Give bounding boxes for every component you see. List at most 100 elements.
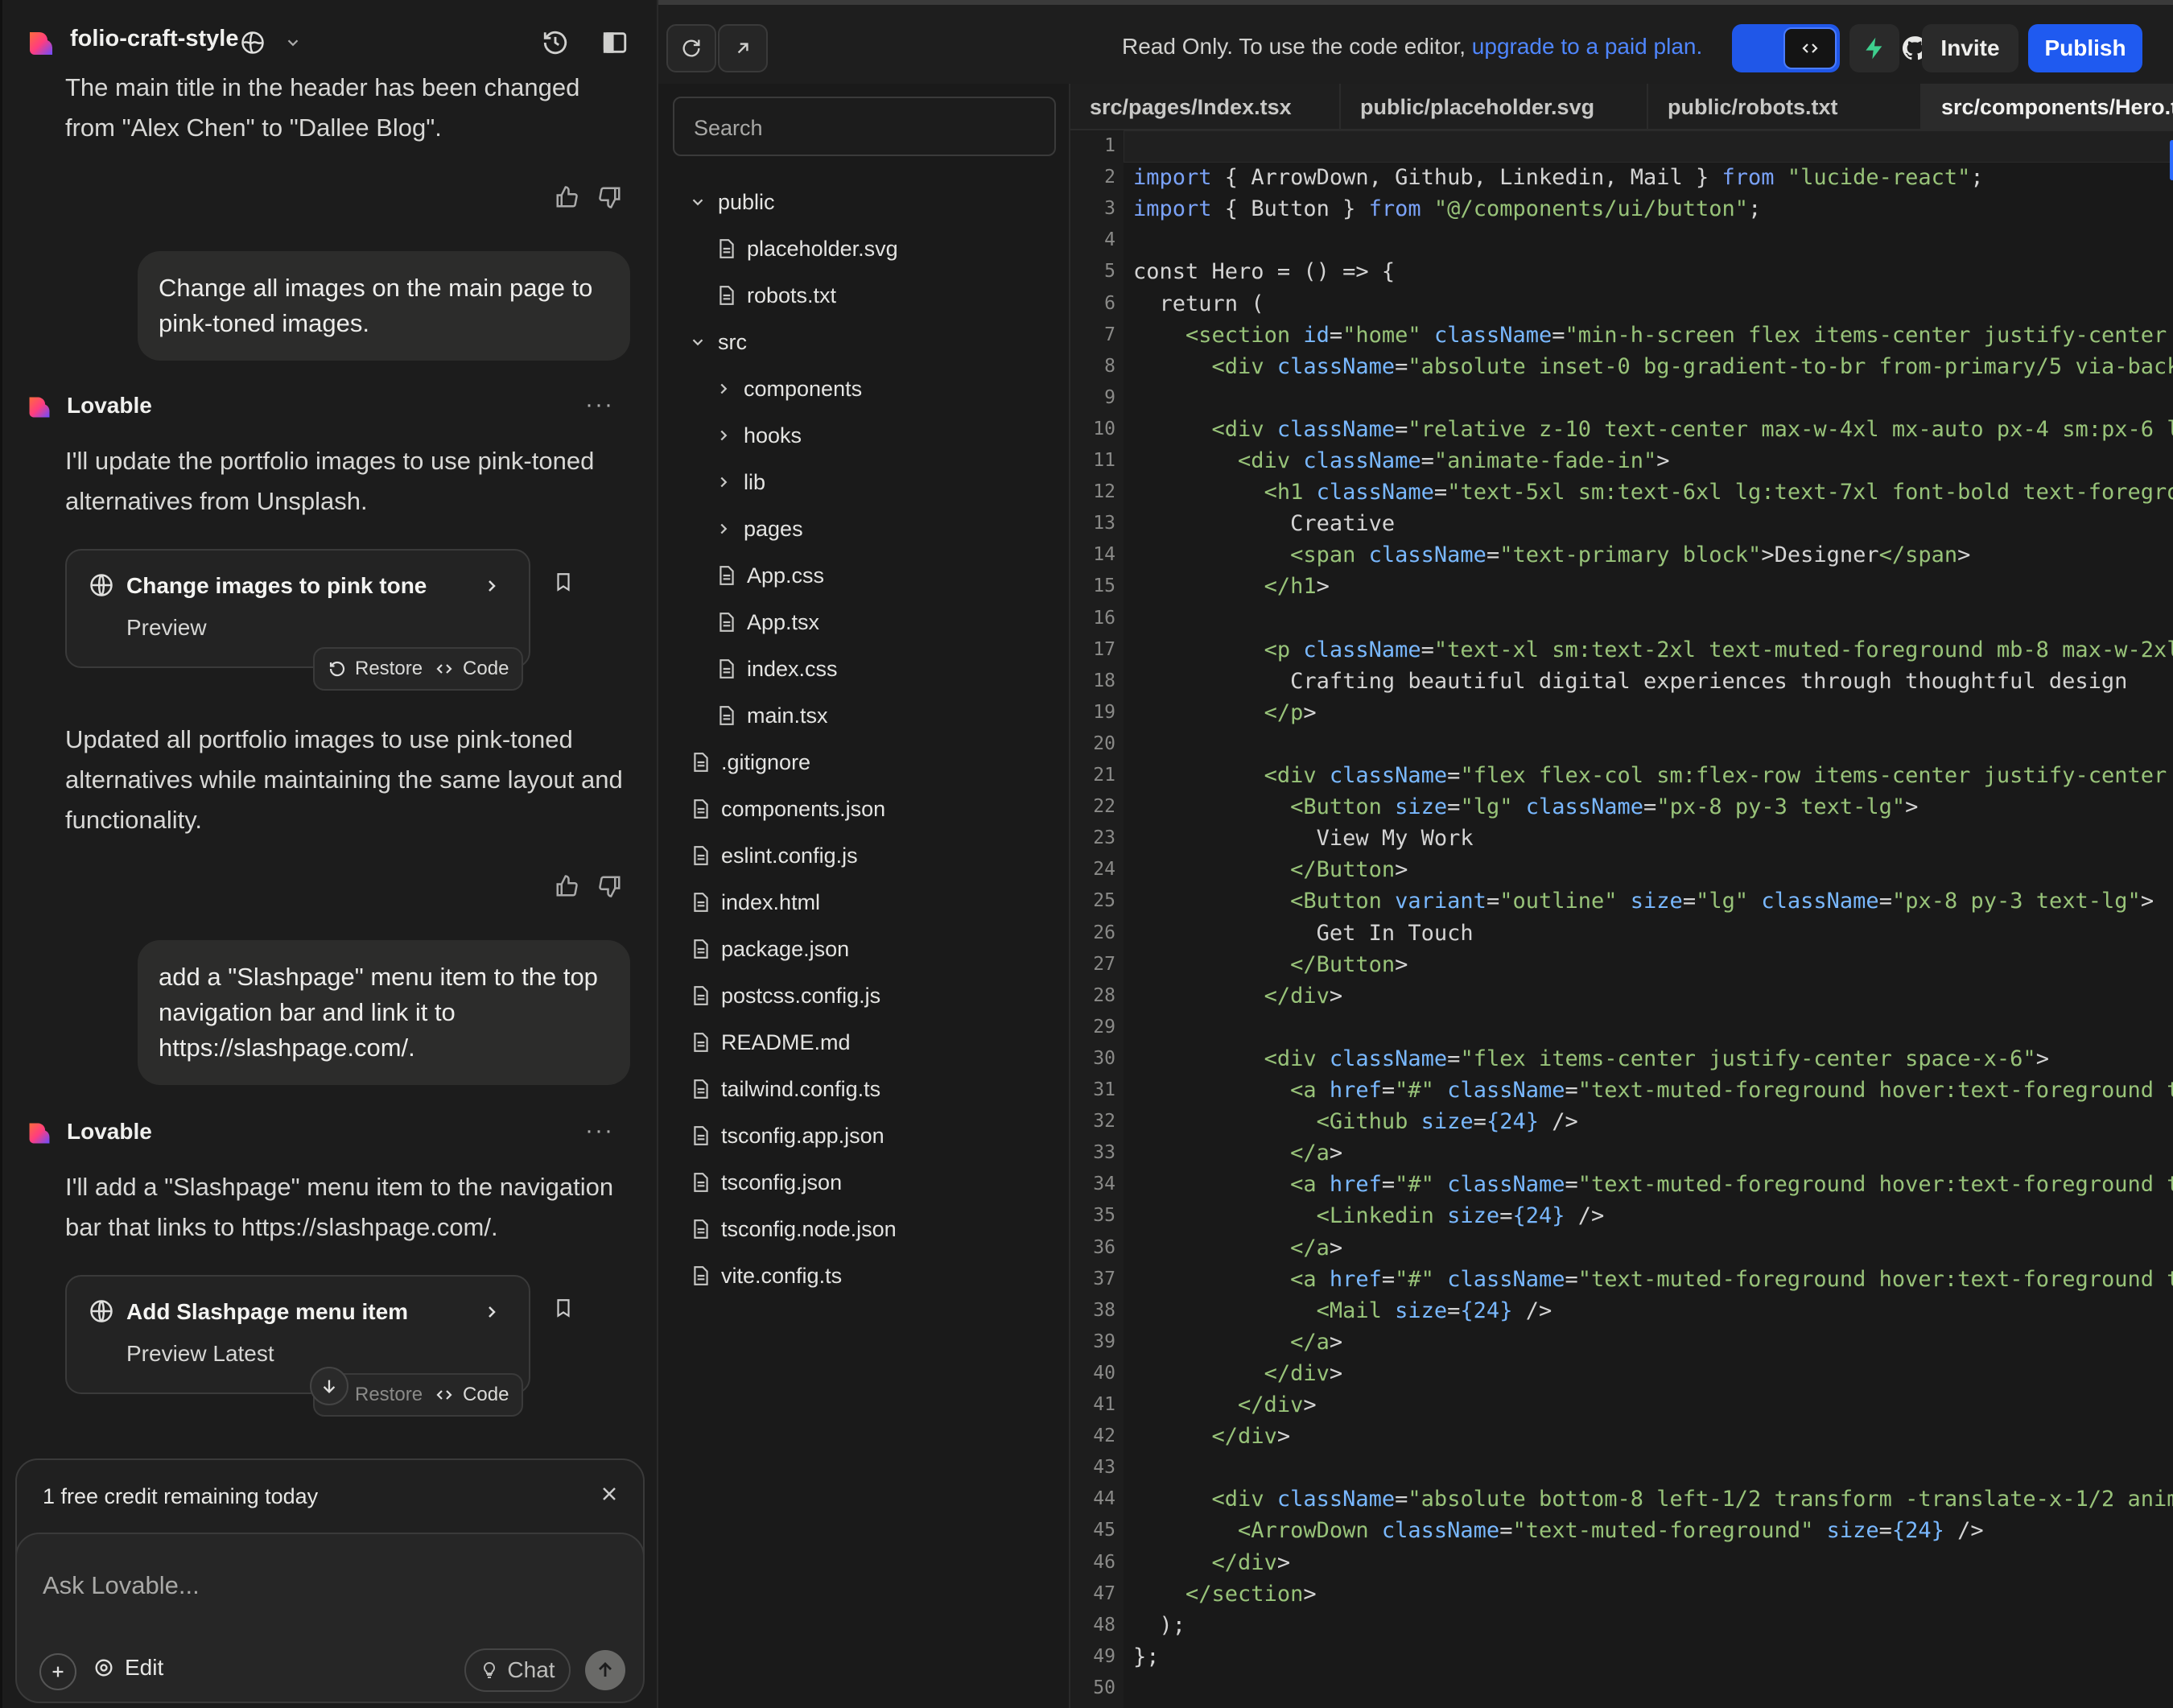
code-line[interactable]: </p> (1133, 700, 1317, 725)
sidebar-toggle-icon[interactable] (601, 29, 629, 56)
code-line[interactable]: <section id="home" className="min-h-scre… (1133, 323, 2173, 348)
code-line[interactable]: <a href="#" className="text-muted-foregr… (1133, 1078, 2173, 1103)
file-item[interactable]: tsconfig.node.json (692, 1209, 897, 1249)
file-item[interactable]: .gitignore (692, 742, 810, 782)
scroll-to-bottom-button[interactable] (310, 1367, 348, 1405)
chevron-right-icon[interactable] (482, 1302, 501, 1322)
folder-item[interactable]: public (689, 182, 775, 222)
code-line[interactable]: Crafting beautiful digital experiences t… (1133, 669, 2127, 694)
file-item[interactable]: robots.txt (718, 275, 836, 316)
version-preview-label[interactable]: Preview Latest (126, 1341, 274, 1367)
file-item[interactable]: tsconfig.json (692, 1162, 842, 1203)
code-line[interactable]: </div> (1133, 1361, 1343, 1386)
prompt-input-box[interactable]: Ask Lovable... Edit Chat (15, 1533, 645, 1703)
more-options-icon[interactable]: ··· (585, 391, 614, 419)
code-line[interactable]: <Mail size={24} /> (1133, 1298, 1552, 1323)
chat-history[interactable]: The main title in the header has been ch… (2, 74, 646, 1458)
restore-button[interactable]: Restore (328, 658, 423, 680)
file-item[interactable]: index.css (718, 649, 838, 689)
prompt-input[interactable]: Ask Lovable... (43, 1571, 200, 1600)
thumbs-up-icon[interactable] (555, 185, 579, 209)
code-line[interactable]: </div> (1133, 1550, 1291, 1575)
invite-button[interactable]: Invite (1922, 24, 2018, 72)
code-line[interactable]: <div className="absolute inset-0 bg-grad… (1133, 354, 2173, 379)
file-item[interactable]: main.tsx (718, 695, 828, 736)
code-line[interactable]: </Button> (1133, 952, 1408, 977)
refresh-button[interactable] (666, 24, 716, 72)
open-external-button[interactable] (718, 24, 768, 72)
code-line[interactable]: <Linkedin size={24} /> (1133, 1203, 1605, 1228)
edit-mode-button[interactable]: Edit (93, 1655, 163, 1681)
code-line[interactable]: return ( (1133, 291, 1264, 316)
folder-item[interactable]: pages (715, 509, 803, 549)
editor-tab[interactable]: public/placeholder.svg (1341, 84, 1648, 130)
folder-item[interactable]: components (715, 369, 862, 409)
editor-tab[interactable]: public/robots.txt (1648, 84, 1922, 130)
code-line[interactable]: Get In Touch (1133, 921, 1474, 946)
file-item[interactable]: placeholder.svg (718, 229, 898, 269)
project-name[interactable]: folio-craft-style (70, 26, 238, 52)
more-options-icon[interactable]: ··· (585, 1117, 614, 1145)
file-item[interactable]: README.md (692, 1022, 851, 1062)
code-line[interactable]: </div> (1133, 1392, 1317, 1417)
history-icon[interactable] (542, 29, 569, 56)
code-line[interactable]: <div className="flex items-center justif… (1133, 1046, 2049, 1071)
lovable-logo-icon[interactable] (27, 29, 56, 58)
code-line[interactable]: </div> (1133, 984, 1343, 1009)
file-search[interactable]: Search (673, 97, 1056, 156)
file-item[interactable]: index.html (692, 882, 820, 922)
code-line[interactable]: <div className="absolute bottom-8 left-1… (1133, 1487, 2173, 1512)
code-line[interactable]: ); (1133, 1613, 1186, 1638)
attach-button[interactable] (39, 1653, 76, 1690)
code-line[interactable]: <p className="text-xl sm:text-2xl text-m… (1133, 637, 2173, 662)
publish-button[interactable]: Publish (2028, 24, 2142, 72)
code-line[interactable]: </a> (1133, 1330, 1342, 1355)
file-item[interactable]: postcss.config.js (692, 976, 880, 1016)
upgrade-link[interactable]: upgrade to a paid plan. (1472, 34, 1702, 59)
code-line[interactable]: Creative (1133, 511, 1395, 536)
file-item[interactable]: tsconfig.app.json (692, 1116, 884, 1156)
bookmark-icon[interactable] (553, 570, 574, 594)
file-item[interactable]: package.json (692, 929, 849, 969)
version-preview-label[interactable]: Preview (126, 615, 207, 641)
code-line[interactable]: <div className="flex flex-col sm:flex-ro… (1133, 763, 2173, 788)
code-view-toggle[interactable] (1732, 24, 1840, 72)
code-line[interactable]: <div className="animate-fade-in"> (1133, 448, 1669, 473)
code-line[interactable]: </section> (1133, 1582, 1317, 1607)
code-line[interactable]: import { ArrowDown, Github, Linkedin, Ma… (1133, 165, 1984, 190)
code-button[interactable]: Code (434, 658, 509, 680)
folder-item[interactable]: lib (715, 462, 765, 502)
code-line[interactable]: <a href="#" className="text-muted-foregr… (1133, 1172, 2173, 1197)
code-line[interactable]: <Button size="lg" className="px-8 py-3 t… (1133, 794, 1918, 819)
code-line[interactable]: </h1> (1133, 574, 1330, 599)
code-line[interactable]: </div> (1133, 1424, 1291, 1449)
file-item[interactable]: eslint.config.js (692, 835, 858, 876)
folder-item[interactable]: hooks (715, 415, 802, 456)
public-globe-icon[interactable] (241, 31, 265, 55)
chevron-down-icon[interactable] (284, 34, 302, 52)
code-line[interactable]: View My Work (1133, 826, 1474, 851)
code-line[interactable]: <div className="relative z-10 text-cente… (1133, 417, 2173, 442)
file-item[interactable]: App.css (718, 555, 824, 596)
code-editor[interactable]: src/pages/Index.tsx public/placeholder.sv… (1070, 84, 2173, 1708)
file-item[interactable]: tailwind.config.ts (692, 1069, 880, 1109)
code-line[interactable]: <h1 className="text-5xl sm:text-6xl lg:t… (1133, 480, 2173, 505)
file-search-input[interactable]: Search (694, 116, 763, 141)
chat-mode-button[interactable]: Chat (464, 1648, 571, 1692)
send-button[interactable] (585, 1650, 625, 1690)
code-line[interactable]: </a> (1133, 1141, 1342, 1165)
code-button[interactable]: Code (434, 1384, 509, 1406)
tab-scroll-indicator[interactable] (2170, 140, 2173, 180)
code-line[interactable]: <Github size={24} /> (1133, 1109, 1578, 1134)
file-item[interactable]: components.json (692, 789, 885, 829)
code-line[interactable]: </Button> (1133, 857, 1408, 882)
editor-tab[interactable]: src/components/Hero.tsx (1922, 84, 2173, 130)
code-line[interactable]: <ArrowDown className="text-muted-foregro… (1133, 1518, 1984, 1543)
bookmark-icon[interactable] (553, 1296, 574, 1320)
editor-tab[interactable]: src/pages/Index.tsx (1070, 84, 1341, 130)
code-line[interactable]: <span className="text-primary block">Des… (1133, 543, 1970, 567)
folder-item[interactable]: src (689, 322, 747, 362)
code-line[interactable]: }; (1133, 1644, 1160, 1669)
thumbs-up-icon[interactable] (555, 874, 579, 898)
chevron-right-icon[interactable] (482, 576, 501, 596)
